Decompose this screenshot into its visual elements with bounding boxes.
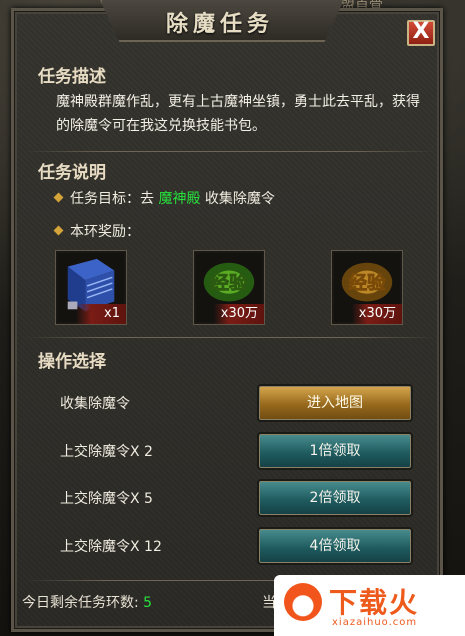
remaining-label: 今日剩余任务环数: xyxy=(22,595,139,611)
enter-map-button[interactable]: 进入地图 xyxy=(257,384,413,422)
reward-quantity: x1 xyxy=(76,304,126,324)
section-title-operations: 操作选择 xyxy=(38,352,106,372)
operation-label: 上交除魔令X 5 xyxy=(60,491,153,507)
section-title-info: 任务说明 xyxy=(38,163,106,183)
reward-quantity: x30万 xyxy=(214,304,264,324)
reward-slot-skill-book[interactable]: x1 xyxy=(55,250,127,325)
operation-label: 上交除魔令X 2 xyxy=(60,444,153,460)
reward-label: 本环奖励： xyxy=(70,224,140,240)
divider xyxy=(24,151,436,152)
operation-label: 收集除魔令 xyxy=(60,396,130,412)
reward-slot-exp-green[interactable]: 经验 x30万 xyxy=(193,250,265,325)
exp-caption: 经验 xyxy=(211,272,248,294)
divider xyxy=(24,337,436,338)
diamond-bullet-icon xyxy=(53,225,64,236)
section-title-description: 任务描述 xyxy=(38,67,106,87)
exp-caption: 经验 xyxy=(349,272,386,294)
claim-4x-button[interactable]: 4倍领取 xyxy=(257,527,413,565)
goal-suffix: 收集除魔令 xyxy=(200,191,275,207)
dialog-title: 除魔任务 xyxy=(165,11,274,37)
operation-label: 上交除魔令X 12 xyxy=(60,539,162,555)
brand-name: 下载火 xyxy=(329,586,420,619)
brand-logo-icon xyxy=(284,583,322,621)
task-goal-row: 任务目标：去 魔神殿 收集除魔令 xyxy=(53,188,275,208)
remaining-rounds: 今日剩余任务环数: 5 xyxy=(22,592,152,612)
task-description-text: 魔神殿群魔作乱，更有上古魔神坐镇，勇士此去平乱，获得的除魔令可在我这兑换技能书包… xyxy=(56,94,420,134)
close-button[interactable]: X xyxy=(407,20,435,46)
watermark: 下载火 xiazaihuo.com xyxy=(274,575,465,636)
claim-1x-button[interactable]: 1倍领取 xyxy=(257,432,413,470)
reward-label-row: 本环奖励： xyxy=(53,221,140,241)
brand-url: xiazaihuo.com xyxy=(332,617,418,628)
reward-slot-exp-gold[interactable]: 经验 x30万 xyxy=(331,250,403,325)
remaining-value: 5 xyxy=(143,595,153,611)
diamond-bullet-icon xyxy=(53,192,64,203)
reward-quantity: x30万 xyxy=(352,304,402,324)
goal-prefix: 任务目标：去 xyxy=(70,191,159,207)
claim-2x-button[interactable]: 2倍领取 xyxy=(257,479,413,517)
goal-location-link[interactable]: 魔神殿 xyxy=(158,191,200,207)
